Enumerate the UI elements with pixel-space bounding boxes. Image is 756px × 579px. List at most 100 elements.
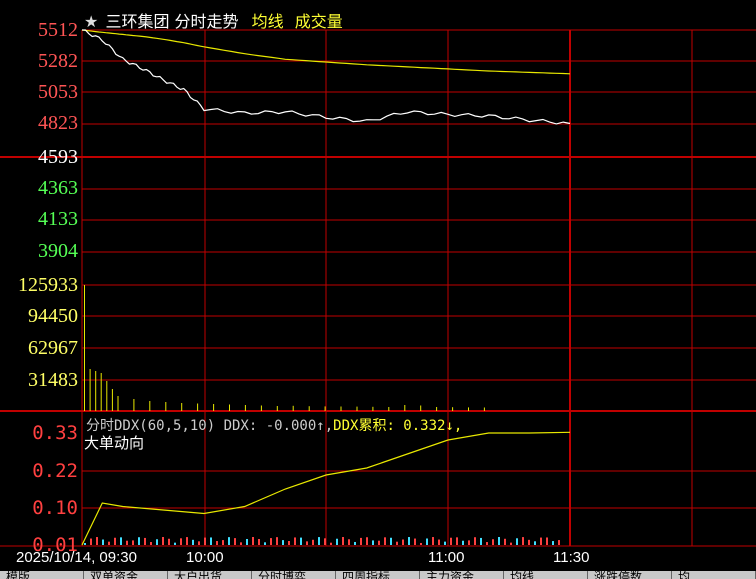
ddx-bar (474, 537, 476, 545)
ddx-bar (246, 538, 248, 545)
ddx-bar (96, 537, 98, 545)
ddx-bar (402, 539, 404, 545)
volume-bar (452, 407, 454, 411)
bottom-tab[interactable]: 涨跌停数 (588, 571, 672, 579)
bottom-tab[interactable]: 模版 (0, 571, 84, 579)
bottom-tab[interactable]: 主力资金 (420, 571, 504, 579)
volume-legend: 成交量 (294, 12, 343, 31)
ddx-bar (186, 537, 188, 545)
volume-axis-label: 62967 (28, 337, 78, 359)
ddx-bar (222, 540, 224, 545)
volume-bar (276, 406, 278, 411)
chart-canvas[interactable] (0, 0, 756, 579)
bottom-tab-bar: 模版 双单资金 大户出货 分时博弈 四周指标 主力资金 均线 涨跌停数均 (0, 571, 756, 579)
ddx-bar (228, 537, 230, 545)
ddx-bar (444, 541, 446, 545)
bottom-tab[interactable]: 四周指标 (336, 571, 420, 579)
ddx-bar (360, 537, 362, 545)
bottom-tab[interactable]: 双单资金 (84, 571, 168, 579)
time-label-1130: 11:30 (553, 549, 590, 566)
ddx-bar (240, 542, 242, 545)
ddx-bar (504, 538, 506, 545)
price-axis-label: 4823 (38, 112, 78, 134)
volume-bar (229, 404, 230, 411)
volume-bar (100, 373, 102, 411)
ddx-axis-label: 0.10 (32, 497, 78, 519)
ddx-bar (450, 537, 452, 545)
ddx-bar (546, 537, 548, 545)
price-axis-label: 3904 (38, 240, 78, 262)
bottom-tab[interactable]: 均线 (504, 571, 588, 579)
ddx-bar (510, 542, 512, 545)
ddx-bar (534, 541, 536, 545)
chart-title: ★ 三环集团 分时走势 均线 成交量 (84, 8, 343, 32)
volume-bar (244, 405, 246, 411)
ddx-bar (336, 538, 338, 545)
ddx-bar (318, 537, 320, 545)
volume-bar (149, 401, 151, 411)
ddx-bar (342, 537, 344, 545)
ddx-bar (438, 539, 440, 545)
volume-bar (111, 389, 113, 411)
bottom-tab[interactable]: 均 (672, 571, 756, 579)
price-axis-label: 5512 (38, 19, 78, 41)
ddx-subtitle: 大单动向 (84, 434, 145, 452)
ddx-bar (420, 542, 422, 545)
ddx-axis-label: 0.22 (32, 460, 78, 482)
ddx-bar (384, 537, 386, 545)
ddx-bar (90, 538, 92, 545)
price-axis-label: 4133 (38, 208, 78, 230)
volume-bar (388, 407, 390, 411)
bottom-tab[interactable]: 分时博弈 (252, 571, 336, 579)
volume-bar (181, 403, 183, 411)
ddx-bar (198, 541, 200, 545)
ddx-bar (354, 541, 356, 545)
ddx-bar (432, 537, 434, 545)
volume-bar (420, 405, 422, 411)
ddx-bar (414, 538, 416, 545)
bottom-tab[interactable]: 大户出货 (168, 571, 252, 579)
ddx-bar (270, 538, 272, 545)
ddx-bar (168, 538, 170, 545)
ddx-bar (462, 540, 464, 545)
ddx-bar (468, 540, 470, 545)
time-label-1100: 11:00 (428, 549, 465, 566)
volume-bar (133, 399, 135, 411)
ddx-bar (264, 542, 266, 545)
ddx-bar (378, 540, 380, 545)
ddx-bar (120, 537, 122, 545)
ddx-bar (390, 537, 392, 545)
ddx-bar (516, 538, 518, 545)
ddx-bar (486, 542, 488, 545)
ddx-bar (138, 537, 140, 545)
price-axis-label: 5053 (38, 81, 78, 103)
ddx-bar (540, 537, 542, 545)
ddx-bar (204, 537, 206, 545)
ddx-bar (294, 537, 296, 545)
volume-bar (292, 405, 294, 411)
ddx-bar (114, 537, 116, 545)
ddx-bar (126, 540, 128, 545)
ddx-bar (426, 538, 428, 545)
ddx-bar (366, 537, 368, 545)
ddx-bar (324, 538, 326, 545)
volume-axis-label: 31483 (28, 369, 78, 391)
volume-bar (404, 405, 406, 411)
volume-bar (84, 285, 85, 411)
ddx-bar (306, 541, 308, 545)
volume-bar (106, 381, 108, 411)
ddx-bar (300, 537, 302, 545)
ddx-bar (558, 540, 560, 545)
ddx-bar (498, 537, 500, 545)
time-label-1000: 10:00 (186, 549, 224, 566)
ddx-bar (132, 540, 134, 545)
ddx-bar (234, 538, 236, 545)
ddx-axis-label: 0.33 (32, 422, 78, 444)
volume-bar (213, 404, 215, 411)
ddx-bar (492, 539, 494, 545)
ddx-bar (276, 537, 278, 545)
avg-line-legend: 均线 (251, 12, 284, 31)
ddx-bar (552, 541, 554, 545)
ddx-header-cum: DDX累积: 0.332↓, (333, 418, 463, 434)
ddx-bar (144, 537, 146, 545)
